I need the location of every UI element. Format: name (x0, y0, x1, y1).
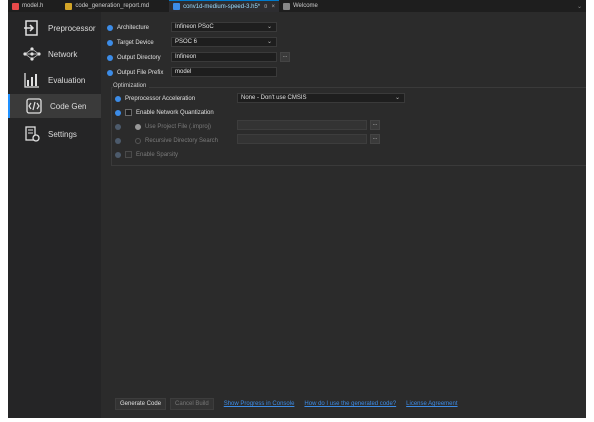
output-directory-row: Output Directory (107, 52, 161, 63)
tab-model-h[interactable]: model.h (8, 0, 47, 12)
preprocessor-acceleration-select[interactable]: None - Don't use CMSIS ⌄ (237, 93, 405, 103)
info-icon[interactable] (107, 24, 113, 31)
welcome-icon (282, 2, 290, 10)
enable-sparsity-checkbox[interactable] (125, 151, 132, 158)
c-header-file-icon (12, 2, 19, 10)
preprocessor-icon (22, 19, 42, 37)
output-directory-label: Output Directory (117, 54, 161, 61)
output-directory-input[interactable]: Infineon (171, 52, 277, 62)
network-icon (22, 45, 42, 63)
architecture-label: Architecture (117, 24, 150, 31)
tab-label: model.h (22, 3, 44, 9)
recursive-directory-search-radio[interactable] (135, 137, 141, 144)
app-window: model.h code_generation_report.md conv1d… (8, 0, 586, 418)
enable-sparsity-label: Enable Sparsity (136, 151, 179, 158)
sidebar-item-label: Evaluation (48, 75, 86, 85)
architecture-row: Architecture (107, 22, 149, 33)
generate-code-button[interactable]: Generate Code (115, 398, 167, 410)
sidebar-item-code-gen[interactable]: Code Gen (8, 94, 101, 118)
tab-overflow-chevron-icon[interactable]: ⌄ (577, 3, 586, 10)
recursive-directory-search-label: Recursive Directory Search (145, 137, 219, 144)
sidebar-item-network[interactable]: Network (8, 42, 101, 66)
info-icon[interactable] (107, 39, 113, 46)
info-icon[interactable] (115, 95, 121, 102)
architecture-value: Infineon PSoC (175, 24, 214, 30)
preprocessor-acceleration-value: None - Don't use CMSIS (241, 95, 307, 101)
preprocessor-acceleration-label: Preprocessor Acceleration (125, 95, 196, 102)
show-progress-link[interactable]: Show Progress in Console (224, 401, 295, 407)
target-device-value: PSOC 6 (175, 39, 198, 45)
output-file-prefix-label: Output File Prefix (117, 69, 164, 76)
tab-label: code_generation_report.md (75, 3, 150, 9)
output-file-prefix-input[interactable]: model (171, 67, 277, 77)
use-project-file-browse-button[interactable]: ... (370, 120, 380, 130)
license-agreement-link[interactable]: License Agreement (406, 401, 457, 407)
target-device-row: Target Device (107, 37, 154, 48)
enable-network-quantization-row: Enable Network Quantization (115, 107, 214, 118)
close-icon[interactable]: × (271, 4, 275, 10)
info-icon[interactable] (107, 69, 113, 76)
tab-welcome[interactable]: Welcome (279, 0, 322, 12)
target-device-label: Target Device (117, 39, 154, 46)
evaluation-icon (22, 71, 42, 89)
sidebar-item-label: Code Gen (50, 101, 87, 111)
enable-network-quantization-checkbox[interactable] (125, 109, 132, 116)
use-project-file-input[interactable] (237, 120, 367, 130)
action-footer: Generate Code Cancel Build Show Progress… (101, 396, 586, 412)
enable-network-quantization-label: Enable Network Quantization (136, 109, 214, 116)
output-directory-browse-button[interactable]: ... (280, 52, 290, 62)
info-icon[interactable] (115, 151, 121, 158)
preprocessor-acceleration-row: Preprocessor Acceleration (115, 93, 195, 104)
info-icon[interactable] (107, 54, 113, 61)
sidebar-item-label: Preprocessor (48, 23, 96, 33)
architecture-select[interactable]: Infineon PSoC ⌄ (171, 22, 277, 32)
info-icon[interactable] (115, 137, 121, 144)
sidebar-item-label: Network (48, 49, 78, 59)
use-project-file-radio[interactable] (135, 123, 141, 130)
optimization-group-title: Optimization (113, 83, 150, 89)
settings-icon (22, 125, 42, 143)
recursive-directory-search-input[interactable] (237, 134, 367, 144)
target-device-select[interactable]: PSOC 6 ⌄ (171, 37, 277, 47)
sidebar-item-evaluation[interactable]: Evaluation (8, 68, 101, 92)
recursive-directory-search-browse-button[interactable]: ... (370, 134, 380, 144)
tab-conv1d-model[interactable]: conv1d-medium-speed-3.h5* ¤ × (169, 0, 279, 12)
enable-sparsity-row: Enable Sparsity (115, 149, 178, 160)
use-project-file-label: Use Project File (.improj) (145, 123, 212, 130)
info-icon[interactable] (115, 109, 121, 116)
chevron-down-icon: ⌄ (394, 95, 400, 101)
tab-label: Welcome (292, 3, 318, 9)
tab-code-generation-report[interactable]: code_generation_report.md (61, 0, 153, 12)
cancel-build-button[interactable]: Cancel Build (170, 398, 214, 410)
how-to-use-generated-code-link[interactable]: How do I use the generated code? (304, 401, 396, 407)
sidebar-item-settings[interactable]: Settings (8, 122, 101, 146)
code-gen-icon (24, 97, 44, 115)
info-icon[interactable] (115, 123, 121, 130)
recursive-directory-search-row: Recursive Directory Search (115, 135, 218, 146)
sidebar-item-preprocessor[interactable]: Preprocessor (8, 16, 101, 40)
pin-icon[interactable]: ¤ (264, 4, 267, 10)
markdown-file-icon (65, 2, 73, 10)
editor-tab-bar: model.h code_generation_report.md conv1d… (8, 0, 586, 12)
tab-label: conv1d-medium-speed-3.h5* (183, 3, 261, 10)
chevron-down-icon: ⌄ (266, 24, 272, 30)
sidebar: Preprocessor Network Evaluation Code Gen… (8, 12, 101, 418)
output-file-prefix-row: Output File Prefix (107, 67, 163, 78)
sidebar-item-label: Settings (48, 129, 77, 139)
model-file-icon (173, 3, 181, 10)
use-project-file-row: Use Project File (.improj) (115, 121, 211, 132)
code-gen-panel: Architecture Infineon PSoC ⌄ Target Devi… (101, 12, 586, 418)
chevron-down-icon: ⌄ (266, 39, 272, 45)
